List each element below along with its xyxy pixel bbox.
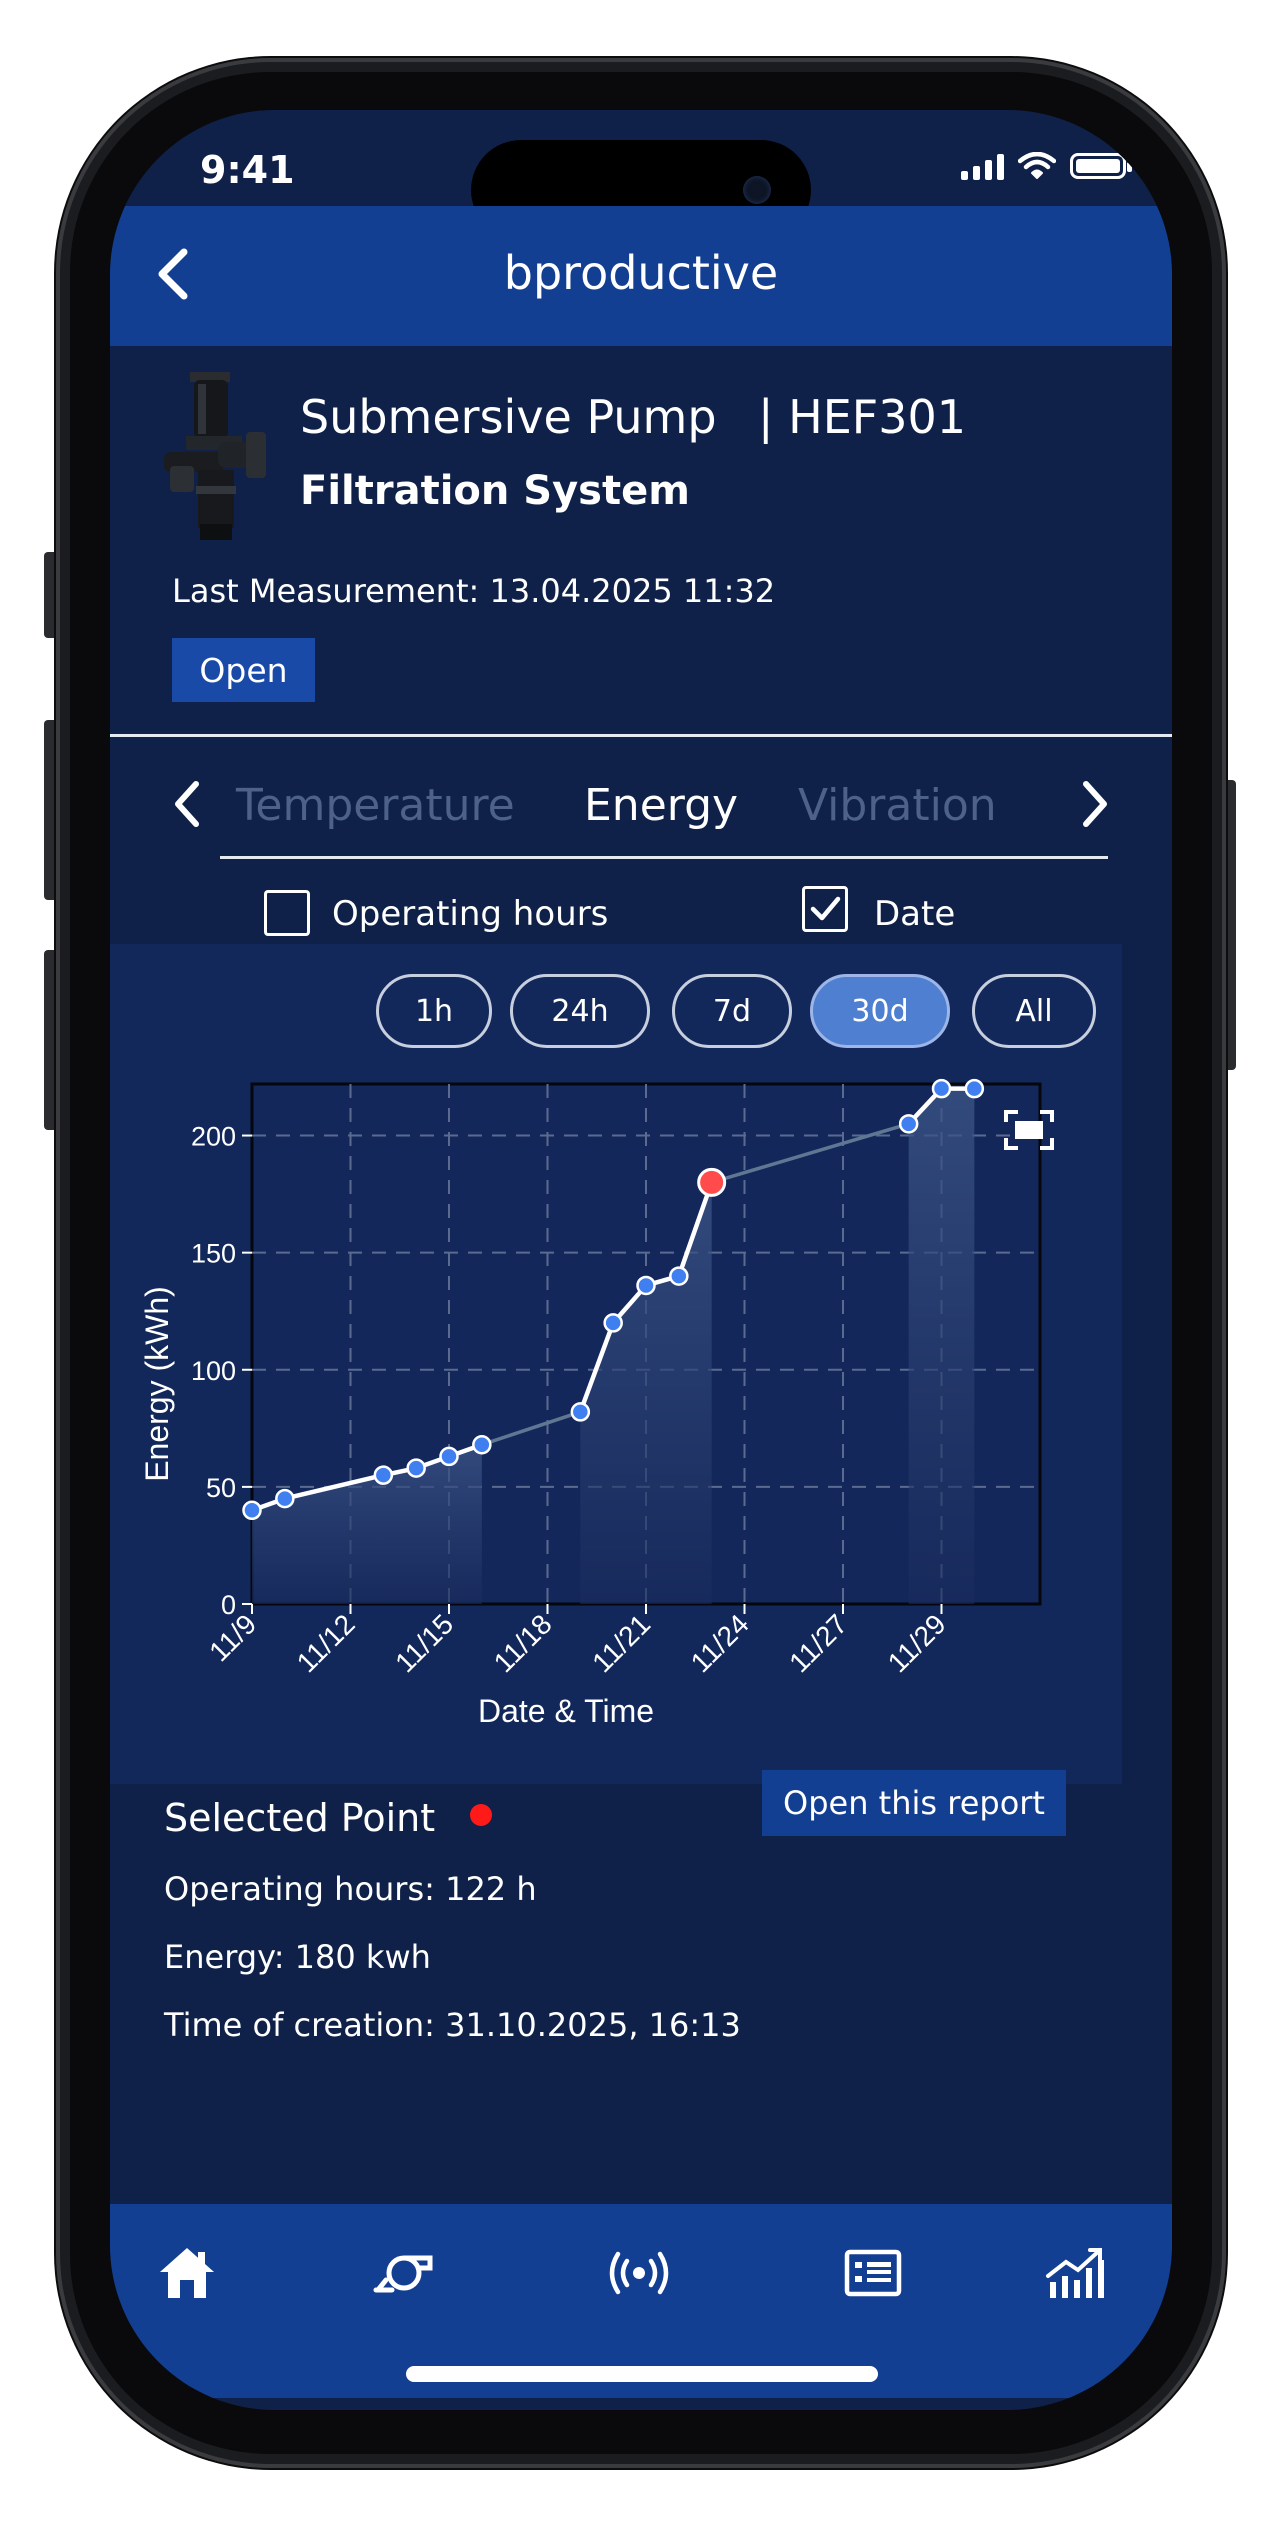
x-tick-label: 11/24 xyxy=(685,1608,755,1678)
x-tick-label: 11/9 xyxy=(203,1608,262,1667)
energy-line-chart[interactable]: 05010015020011/9 11/12 11/15 11/18 11/21 11/2… xyxy=(110,944,1122,1784)
data-point xyxy=(964,1078,985,1099)
open-button[interactable]: Open xyxy=(172,638,315,702)
selected-operating-hours: Operating hours: 122 h xyxy=(164,1870,537,1908)
area-segment xyxy=(908,1088,975,1604)
x-tick-label: 11/15 xyxy=(389,1608,459,1678)
selected-data-point xyxy=(697,1167,727,1197)
report-list-icon[interactable] xyxy=(840,2240,906,2306)
data-point xyxy=(373,1465,394,1485)
app-header: bproductive xyxy=(110,206,1172,346)
operating-hours-checkbox[interactable] xyxy=(264,890,310,936)
status-icons xyxy=(961,152,1132,180)
broadcast-icon[interactable] xyxy=(606,2240,672,2306)
tab-vibration[interactable]: Vibration xyxy=(798,780,997,831)
data-point xyxy=(898,1114,919,1134)
data-point xyxy=(931,1078,952,1099)
selected-point-title: Selected Point xyxy=(164,1796,436,1840)
data-point xyxy=(636,1275,656,1296)
cellular-signal-icon xyxy=(961,152,1004,180)
x-tick-label: 11/21 xyxy=(586,1608,656,1678)
device-system: Filtration System xyxy=(300,468,690,514)
metric-tabs: Temperature Energy Vibration xyxy=(110,750,1172,860)
data-point xyxy=(669,1266,689,1286)
x-tick-label: 11/12 xyxy=(291,1608,361,1678)
wifi-icon xyxy=(1018,152,1056,179)
tab-temperature[interactable]: Temperature xyxy=(236,780,515,831)
x-tick-label: 11/29 xyxy=(882,1608,952,1678)
pump-image xyxy=(164,372,266,540)
x-axis-label: Date & Time xyxy=(478,1693,654,1729)
selected-energy: Energy: 180 kwh xyxy=(164,1938,431,1976)
camera-icon xyxy=(743,176,771,204)
tab-energy[interactable]: Energy xyxy=(584,780,738,831)
device-id: | HEF301 xyxy=(758,390,967,444)
app-screen: 9:41 bproductive Submersive Pump | HEF30… xyxy=(110,110,1172,2410)
x-tick-label: 11/27 xyxy=(783,1608,853,1678)
status-bar: 9:41 xyxy=(110,110,1172,240)
date-checkbox[interactable] xyxy=(802,886,848,932)
checkmark-icon xyxy=(810,896,841,921)
home-indicator xyxy=(406,2366,878,2382)
operating-hours-label: Operating hours xyxy=(332,894,609,934)
data-point xyxy=(570,1402,591,1422)
data-point xyxy=(242,1500,262,1521)
y-tick-label: 200 xyxy=(191,1122,236,1152)
chart-panel: 1h 24h 7d 30d All 0 50 100 150 200 11/9 11/12 1… xyxy=(110,944,1122,1784)
last-measurement: Last Measurement: 13.04.2025 11:32 xyxy=(172,572,776,610)
app-title: bproductive xyxy=(503,246,779,300)
data-point xyxy=(472,1434,492,1455)
data-point xyxy=(406,1458,426,1478)
home-icon[interactable] xyxy=(154,2240,220,2306)
section-divider xyxy=(110,734,1172,737)
tab-underline xyxy=(220,856,1108,859)
selected-time-of-creation: Time of creation: 31.10.2025, 16:13 xyxy=(164,2006,741,2044)
x-tick-label: 11/18 xyxy=(488,1608,558,1678)
analytics-icon[interactable] xyxy=(1042,2240,1108,2306)
selected-point-indicator xyxy=(470,1804,492,1826)
status-time: 9:41 xyxy=(200,148,295,192)
data-point xyxy=(603,1313,623,1333)
y-tick-label: 50 xyxy=(206,1473,236,1503)
date-label: Date xyxy=(874,894,956,934)
chevron-left-icon[interactable] xyxy=(162,774,212,834)
fullscreen-icon[interactable] xyxy=(1002,1108,1056,1152)
data-point xyxy=(439,1446,459,1467)
device-name: Submersive Pump xyxy=(300,390,717,444)
battery-icon xyxy=(1070,153,1132,179)
pump-icon[interactable] xyxy=(370,2240,436,2306)
data-point xyxy=(275,1488,295,1509)
y-tick-label: 150 xyxy=(191,1239,236,1269)
open-report-button[interactable]: Open this report xyxy=(762,1770,1066,1836)
device-card: Submersive Pump | HEF301 Filtration Syst… xyxy=(110,346,1172,726)
y-axis-label: Energy (kWh) xyxy=(139,1286,175,1482)
y-tick-label: 100 xyxy=(191,1356,236,1386)
chevron-right-icon[interactable] xyxy=(1070,774,1120,834)
